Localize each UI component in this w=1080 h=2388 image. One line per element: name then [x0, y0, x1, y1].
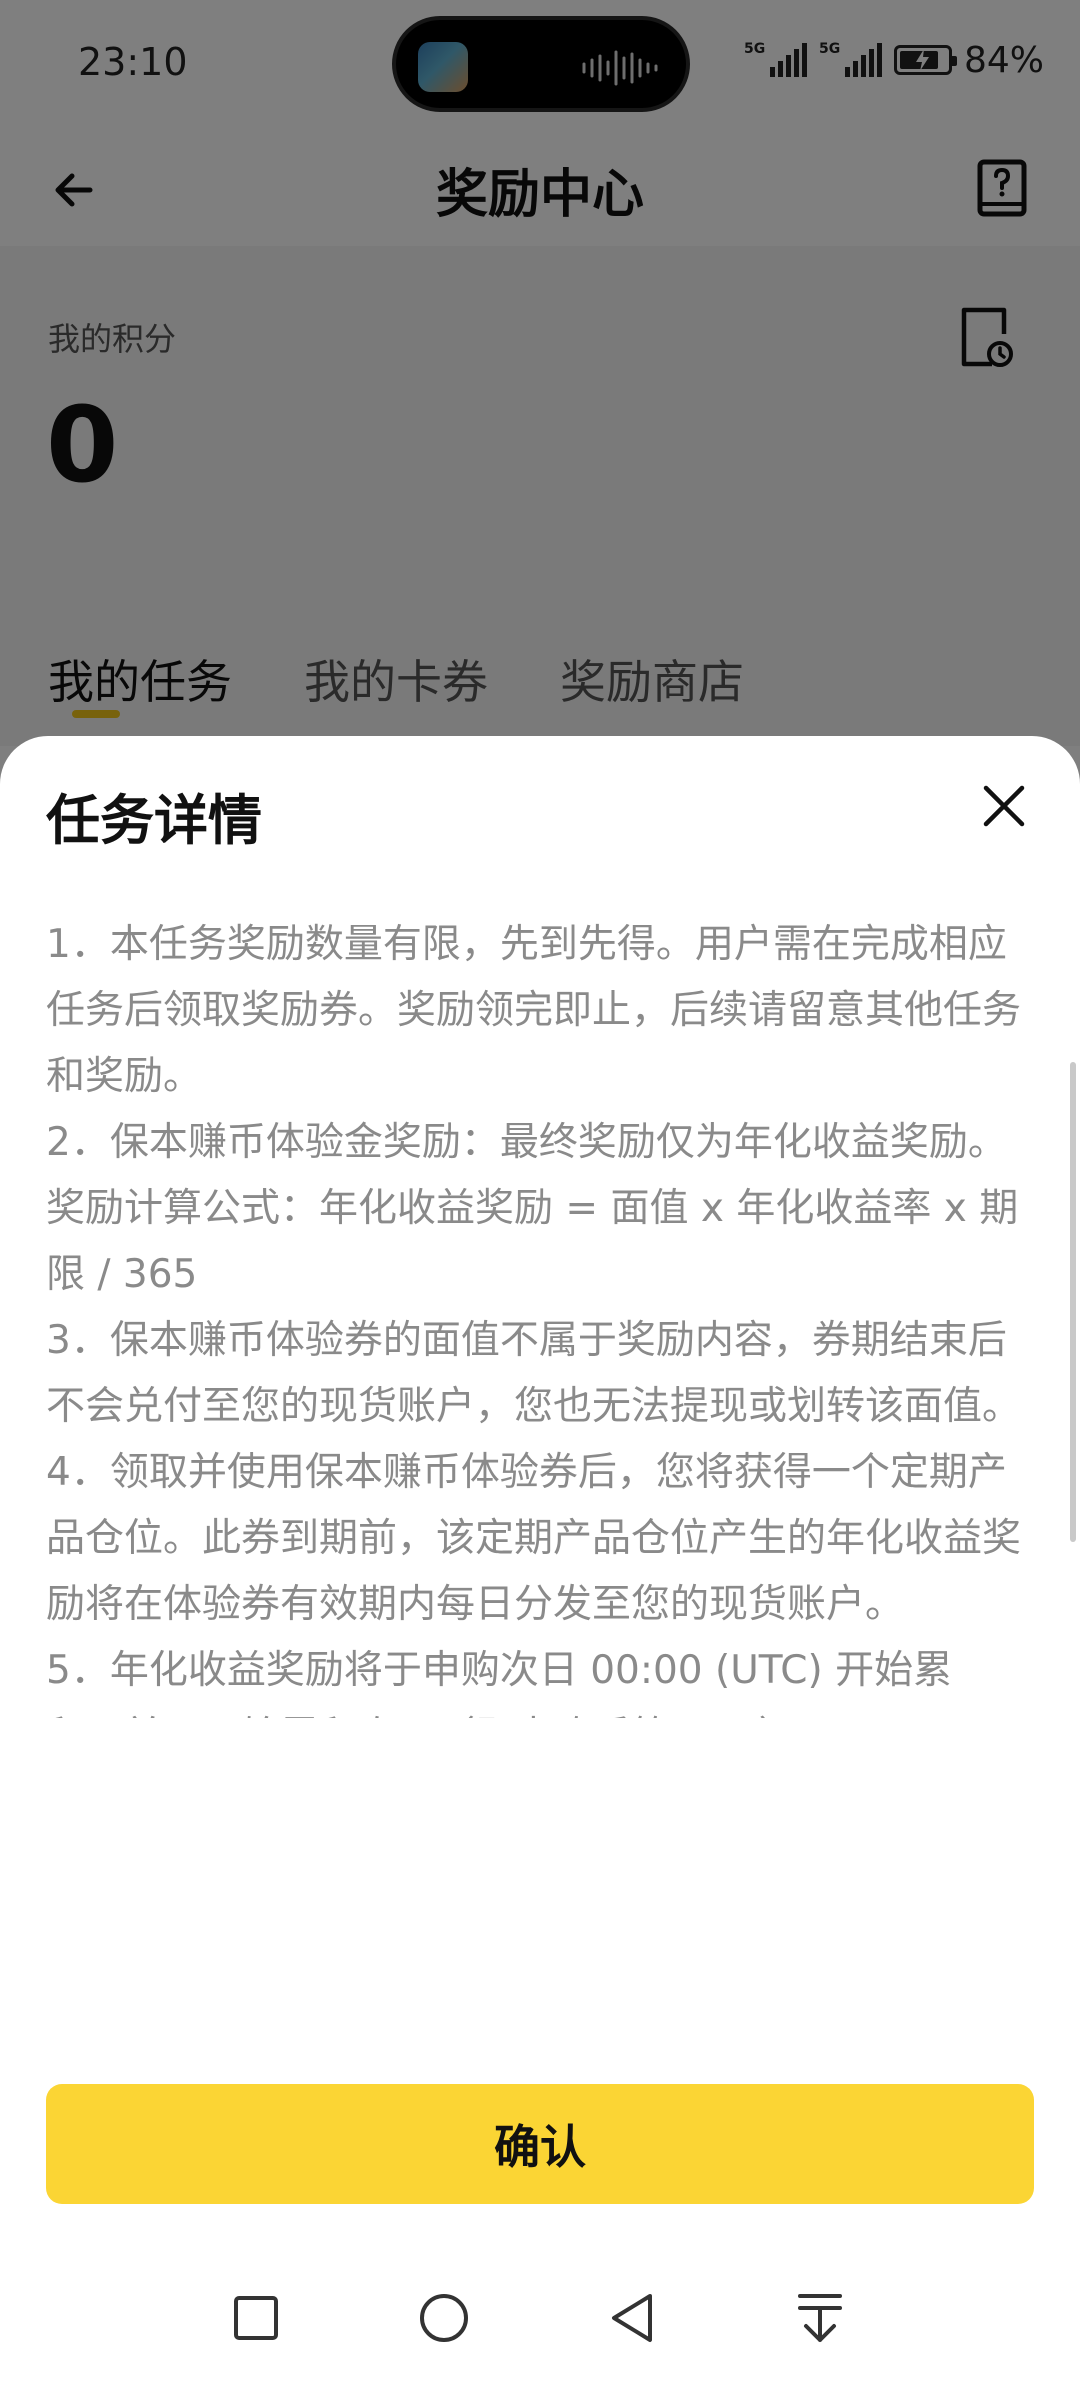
- task-rules-text[interactable]: 1．本任务奖励数量有限，先到先得。用户需在完成相应任务后领取奖励券。奖励领完即止…: [46, 912, 1024, 1718]
- scrollbar[interactable]: [1070, 1062, 1076, 1542]
- rule-paragraph: 1．本任务奖励数量有限，先到先得。用户需在完成相应任务后领取奖励券。奖励领完即止…: [46, 922, 1022, 1099]
- square-recents-icon[interactable]: [226, 2288, 286, 2348]
- confirm-button[interactable]: 确认: [46, 2084, 1034, 2204]
- circle-home-icon[interactable]: [414, 2288, 474, 2348]
- rule-paragraph: 2．保本赚币体验金奖励：最终奖励仅为年化收益奖励。奖励计算公式：年化收益奖励 =…: [46, 1120, 1019, 1297]
- sheet-title: 任务详情: [46, 789, 262, 852]
- system-navigation-bar: [0, 2270, 1080, 2388]
- rule-paragraph: 3．保本赚币体验券的面值不属于奖励内容，券期结束后不会兑付至您的现货账户，您也无…: [46, 1318, 1022, 1429]
- rule-paragraph: 5．年化收益奖励将于申购次日 00:00 (UTC) 开始累积，并于开始累积次日…: [46, 1648, 953, 1718]
- rule-paragraph: 4．领取并使用保本赚币体验券后，您将获得一个定期产品仓位。此券到期前，该定期产品…: [46, 1450, 1022, 1627]
- close-icon[interactable]: [980, 782, 1028, 830]
- pull-down-icon[interactable]: [790, 2288, 850, 2348]
- task-details-sheet: 任务详情 1．本任务奖励数量有限，先到先得。用户需在完成相应任务后领取奖励券。奖…: [0, 736, 1080, 2388]
- triangle-back-icon[interactable]: [602, 2288, 662, 2348]
